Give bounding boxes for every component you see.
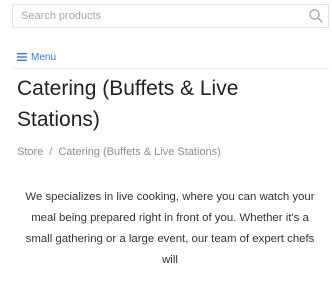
product-category-page: Menu Catering (Buffets & Live Stations) … — [0, 0, 332, 289]
search-icon[interactable] — [308, 8, 324, 24]
hamburger-menu-icon — [17, 53, 27, 61]
category-description: We specializes in live cooking, where yo… — [25, 191, 315, 266]
breadcrumb-link-store[interactable]: Store — [17, 146, 43, 158]
search-input[interactable] — [21, 5, 291, 27]
breadcrumb-current: Catering (Buffets & Live Stations) — [58, 146, 221, 158]
breadcrumb: Store / Catering (Buffets & Live Stations) — [17, 146, 221, 158]
search-bar — [12, 4, 329, 28]
page-title: Catering (Buffets & Live Stations) — [17, 77, 239, 131]
menu-label: Menu — [31, 51, 57, 63]
header-divider — [12, 68, 329, 69]
breadcrumb-separator: / — [49, 146, 53, 158]
menu-toggle-button[interactable]: Menu — [17, 50, 56, 64]
